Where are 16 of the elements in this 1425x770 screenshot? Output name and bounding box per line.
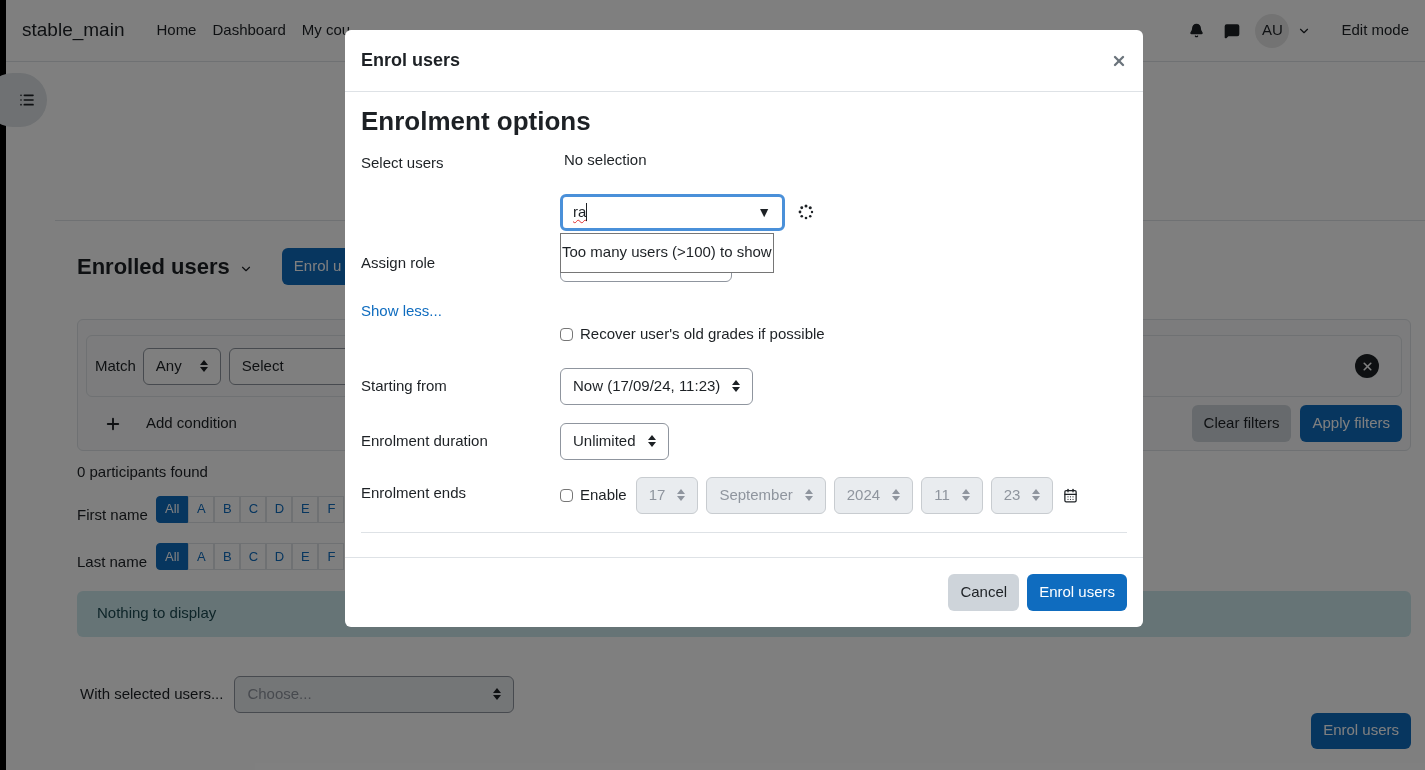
participants-count: 0 participants found: [77, 462, 209, 482]
checkbox-label: Recover user's old grades if possible: [580, 324, 825, 344]
field-label: Enrolment duration: [361, 430, 489, 451]
field-label: Enrolment ends: [361, 482, 468, 503]
initials-label: First name: [77, 504, 149, 525]
selection-text: No selection: [563, 150, 648, 170]
form-heading: Enrolment options: [361, 105, 592, 137]
initials-label: Last name: [77, 552, 149, 572]
page-heading: Enrolled users: [77, 253, 230, 281]
checkbox-label: Enable: [580, 484, 627, 505]
modal-title: Enrol users: [361, 49, 461, 72]
match-label: Match: [95, 355, 136, 376]
field-label: Select users: [361, 153, 445, 173]
field-label: Assign role: [361, 252, 437, 273]
edit-mode-label: Edit mode: [1341, 20, 1409, 41]
bulk-action-label: With selected users...: [80, 683, 224, 704]
